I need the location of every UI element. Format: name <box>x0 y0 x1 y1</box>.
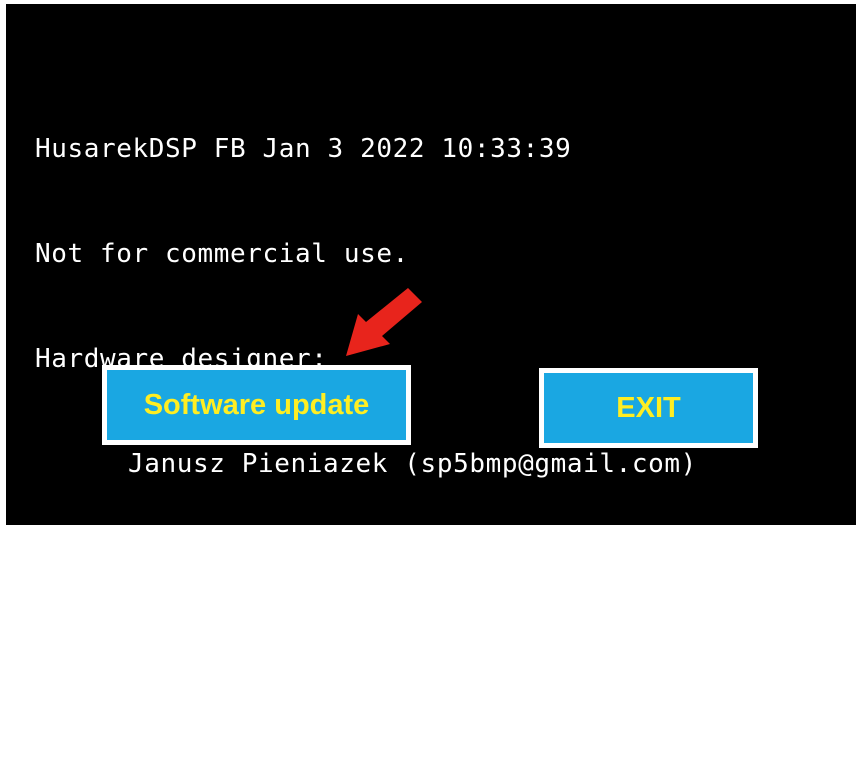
exit-button[interactable]: EXIT <box>539 368 758 448</box>
red-arrow-icon <box>346 288 422 356</box>
software-author-name: Tomasz Korniluk (korniluktom@gmail.com) <box>128 659 762 689</box>
exit-label: EXIT <box>616 391 681 424</box>
device-screen: HusarekDSP FB Jan 3 2022 10:33:39 Not fo… <box>6 4 856 689</box>
firmware-version-line: HusarekDSP FB Jan 3 2022 10:33:39 <box>35 134 572 164</box>
software-update-label: Software update <box>143 388 370 421</box>
software-author-heading: Software author: <box>35 554 296 584</box>
software-update-button[interactable]: Software update <box>102 365 411 445</box>
license-notice: Not for commercial use. <box>35 239 409 269</box>
hardware-designer-name: Janusz Pieniazek (sp5bmp@gmail.com) <box>128 449 697 479</box>
